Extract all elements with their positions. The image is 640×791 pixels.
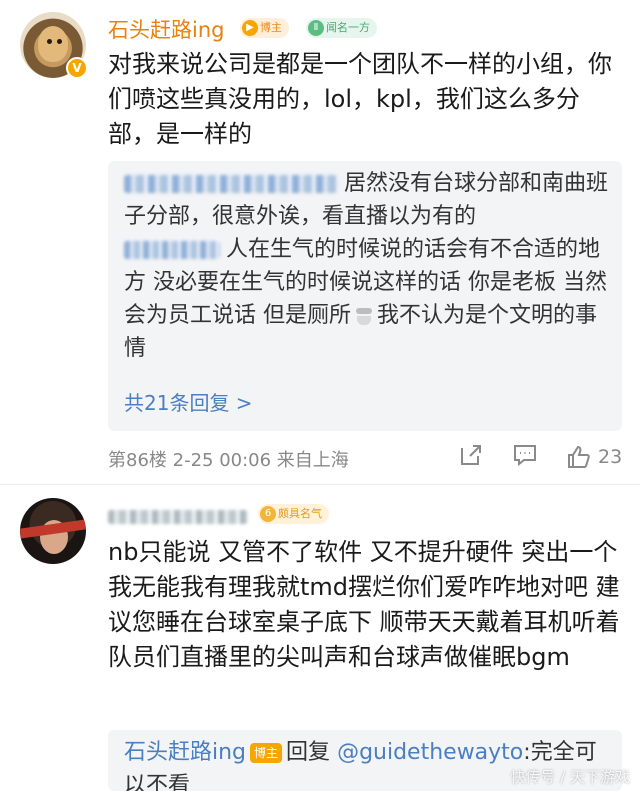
bozhu-badge-label: 博主 (260, 21, 282, 34)
fame-badge: Ⅱ 闻名一方 (306, 18, 377, 38)
reply-item: 人在生气的时候说的话会有不合适的地方 没必要在生气的时候说这样的话 你是老板 当… (124, 233, 614, 365)
share-button[interactable] (458, 442, 484, 472)
comment-icon (514, 445, 536, 467)
comment-text: nb只能说 又管不了软件 又不提升硬件 突出一个我无能我有理我就tmd摆烂你们爱… (108, 538, 620, 671)
more-replies-link[interactable]: 共21条回复 > (124, 387, 253, 416)
bozhu-badge: ▶ 博主 (240, 18, 289, 38)
reply-box[interactable]: 居然没有台球分部和南曲班子分部，很意外诶，看直播以为有的 人在生气的时候说的话会… (108, 161, 622, 431)
username[interactable]: 石头赶路ing (108, 14, 224, 44)
fame-badge-icon: 6 (260, 506, 276, 522)
reply-word: 回复 (286, 740, 331, 765)
watermark: 快传号 / 天下游戏 (510, 768, 630, 786)
like-count: 23 (598, 446, 623, 468)
fame-badge-label: 颇具名气 (278, 507, 322, 520)
like-button[interactable]: 23 (566, 442, 622, 472)
avatar[interactable] (20, 498, 86, 564)
fame-badge-label: 闻名一方 (326, 21, 370, 34)
comment-button[interactable] (512, 442, 538, 472)
toilet-emoji-icon (353, 305, 375, 327)
blurred-username (124, 241, 220, 259)
comment-text: 对我来说公司是都是一个团队不一样的小组，你们喷这些真没用的，lol，kpl，我们… (108, 50, 612, 148)
fame-badge-icon: Ⅱ (308, 20, 324, 36)
verified-icon: V (66, 57, 88, 79)
like-icon (568, 445, 590, 468)
blurred-username[interactable] (108, 510, 248, 524)
avatar-face (38, 26, 68, 62)
share-icon (461, 445, 481, 465)
divider (0, 484, 640, 485)
reply-item: 居然没有台球分部和南曲班子分部，很意外诶，看直播以为有的 (124, 167, 614, 233)
bozhu-badge-icon: ▶ (242, 20, 258, 36)
fame-badge: 6 颇具名气 (258, 504, 329, 524)
mention-link[interactable]: @guidethewayto (337, 740, 523, 765)
comment-meta: 第86楼 2-25 00:06 来自上海 (108, 450, 349, 471)
reply-username[interactable]: 石头赶路ing (124, 740, 246, 765)
bozhu-badge: 博主 (250, 743, 283, 763)
blurred-username (124, 175, 338, 193)
